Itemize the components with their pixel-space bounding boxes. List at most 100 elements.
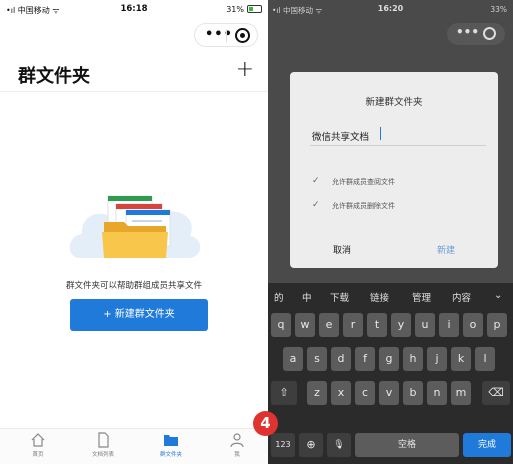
text-caret — [380, 127, 381, 140]
left-phone-screen: •ıl 中国移动 ᯤ 16:18 31% ••• 群文件夹 + 群文件夹可以帮助… — [0, 0, 268, 464]
create-button[interactable]: 新建 — [394, 234, 498, 268]
close-mini-program-icon[interactable] — [483, 27, 496, 40]
option-label: 允许群成员删除文件 — [332, 202, 395, 210]
tab-group-folder[interactable]: 群文件夹 — [141, 432, 201, 458]
key[interactable]: p — [487, 313, 507, 337]
candidate-word[interactable]: 下载 — [330, 290, 349, 304]
option-allow-view[interactable]: ✓ 允许群成员查阅文件 — [312, 176, 482, 190]
battery-percent: 33% — [490, 5, 507, 14]
cancel-button[interactable]: 取消 — [290, 234, 394, 268]
candidate-bar: 的 中 下载 链接 管理 内容 ⌄ — [268, 283, 513, 309]
page-title: 群文件夹 — [18, 66, 90, 87]
folder-front — [102, 232, 168, 258]
key[interactable]: r — [343, 313, 363, 337]
key[interactable]: q — [271, 313, 291, 337]
key[interactable]: b — [403, 381, 423, 405]
more-icon[interactable]: ••• — [456, 25, 479, 39]
document-icon — [98, 432, 109, 448]
right-phone-screen: •ıl 中国移动 ᯤ 16:20 33% ••• 新建群文件夹 微信共享文档 ✓… — [268, 0, 513, 464]
tab-bar: 首页 文档列表 群文件夹 我 — [0, 428, 268, 464]
backspace-icon[interactable]: ⌫ — [482, 381, 510, 405]
doc-line-1 — [132, 220, 162, 222]
key[interactable]: w — [295, 313, 315, 337]
tab-label-group-folder: 群文件夹 — [159, 452, 182, 458]
key-row-2: a s d f g h j k l — [268, 347, 513, 375]
key[interactable]: l — [475, 347, 495, 371]
battery-icon — [247, 5, 262, 13]
key[interactable]: d — [331, 347, 351, 371]
dialog-actions: 取消 新建 — [290, 234, 498, 268]
key[interactable]: t — [367, 313, 387, 337]
space-key[interactable]: 空格 — [355, 433, 459, 457]
option-allow-delete[interactable]: ✓ 允许群成员删除文件 — [312, 200, 482, 214]
status-bar: •ıl 中国移动 ᯤ 16:18 31% — [0, 0, 268, 18]
battery-percent: 31% — [226, 5, 244, 14]
tab-me[interactable]: 我 — [207, 432, 267, 458]
key[interactable]: y — [391, 313, 411, 337]
key-row-1: q w e r t y u i o p — [268, 313, 513, 341]
key[interactable]: k — [451, 347, 471, 371]
key[interactable]: e — [319, 313, 339, 337]
key[interactable]: a — [283, 347, 303, 371]
status-time: 16:20 — [377, 4, 404, 13]
add-icon[interactable]: + — [236, 58, 254, 82]
done-key[interactable]: 完成 — [463, 433, 511, 457]
folder-name-input[interactable]: 微信共享文档 — [310, 122, 486, 146]
title-divider — [0, 91, 268, 92]
tab-documents[interactable]: 文档列表 — [73, 432, 133, 458]
key[interactable]: g — [379, 347, 399, 371]
tab-home[interactable]: 首页 — [8, 432, 68, 458]
key[interactable]: s — [307, 347, 327, 371]
shift-icon[interactable]: ⇧ — [271, 381, 297, 405]
tab-label-me: 我 — [234, 452, 240, 458]
numbers-key[interactable]: 123 — [271, 433, 295, 457]
mini-program-capsule: ••• — [194, 23, 258, 47]
status-bar: •ıl 中国移动 ᯤ 16:20 33% — [268, 0, 513, 18]
doc-front-header — [126, 210, 170, 215]
key[interactable]: c — [355, 381, 375, 405]
folder-icon — [164, 435, 178, 446]
candidate-word[interactable]: 内容 — [452, 290, 471, 304]
tab-label-documents: 文档列表 — [91, 452, 114, 458]
keyboard: 的 中 下载 链接 管理 内容 ⌄ q w e r t y u i o p a … — [268, 283, 513, 464]
key-row-3: ⇧ z x c v b n m ⌫ — [268, 381, 513, 409]
microphone-icon[interactable]: 🎙 — [327, 433, 351, 457]
key[interactable]: o — [463, 313, 483, 337]
new-group-folder-button[interactable]: + 新建群文件夹 — [70, 299, 208, 331]
capsule-divider — [226, 29, 227, 42]
person-icon — [230, 433, 244, 448]
chevron-down-icon[interactable]: ⌄ — [494, 290, 502, 301]
key[interactable]: v — [379, 381, 399, 405]
key[interactable]: m — [451, 381, 471, 405]
checkmark-icon: ✓ — [312, 176, 320, 186]
new-folder-dialog: 新建群文件夹 微信共享文档 ✓ 允许群成员查阅文件 ✓ 允许群成员删除文件 取消… — [290, 72, 498, 268]
doc-mid-header — [116, 204, 162, 209]
dialog-title: 新建群文件夹 — [365, 97, 423, 108]
key[interactable]: j — [427, 347, 447, 371]
option-label: 允许群成员查阅文件 — [332, 178, 395, 186]
candidate-word[interactable]: 中 — [302, 290, 312, 304]
key[interactable]: z — [307, 381, 327, 405]
key[interactable]: n — [427, 381, 447, 405]
key[interactable]: f — [355, 347, 375, 371]
step-number-badge: 4 — [253, 411, 278, 436]
doc-back-header — [108, 196, 152, 201]
candidate-word[interactable]: 的 — [274, 290, 284, 304]
key[interactable]: i — [439, 313, 459, 337]
checkmark-icon: ✓ — [312, 200, 320, 210]
candidate-word[interactable]: 管理 — [412, 290, 431, 304]
empty-state-text: 群文件夹可以帮助群组成员共享文件 — [65, 281, 202, 291]
home-icon — [31, 433, 45, 447]
empty-folder-illustration — [69, 195, 201, 258]
mini-program-capsule: ••• — [447, 23, 505, 45]
tab-label-home: 首页 — [32, 452, 44, 458]
key[interactable]: u — [415, 313, 435, 337]
key[interactable]: x — [331, 381, 351, 405]
more-icon[interactable]: ••• — [205, 27, 233, 42]
key[interactable]: h — [403, 347, 423, 371]
close-mini-program-icon[interactable] — [235, 28, 250, 43]
key-row-4: 123 ⊕ 🎙 空格 完成 — [268, 433, 513, 461]
candidate-word[interactable]: 链接 — [370, 290, 389, 304]
folder-name-value: 微信共享文档 — [312, 132, 370, 143]
globe-icon[interactable]: ⊕ — [299, 433, 323, 457]
